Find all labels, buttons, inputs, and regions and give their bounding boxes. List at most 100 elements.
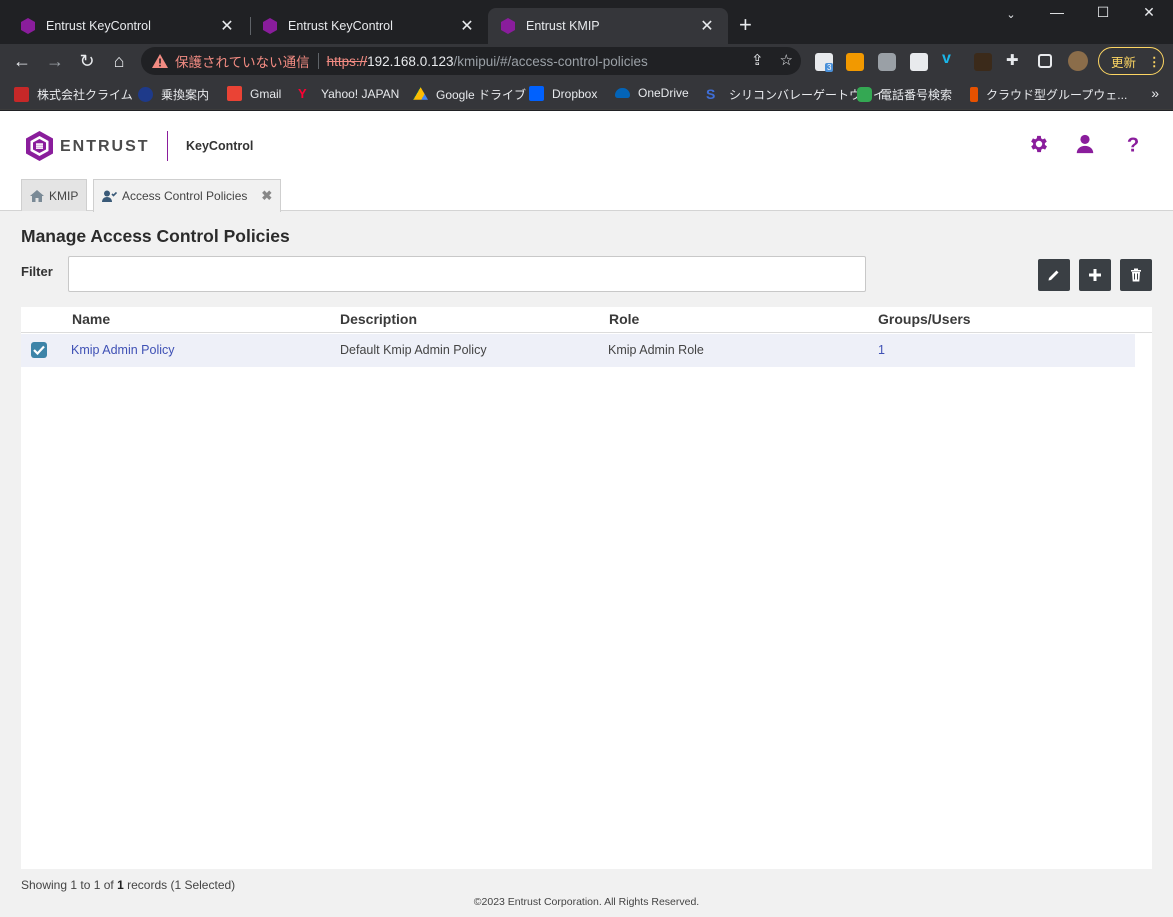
warning-icon[interactable] bbox=[152, 54, 168, 68]
close-tab-icon[interactable]: ✕ bbox=[698, 16, 716, 36]
extensions-puzzle-icon[interactable]: ✚ bbox=[1006, 51, 1024, 69]
climb-icon bbox=[14, 87, 29, 102]
back-button[interactable]: ← bbox=[10, 49, 34, 73]
policy-name-link[interactable]: Kmip Admin Policy bbox=[71, 343, 175, 357]
tab-label: Access Control Policies bbox=[122, 189, 248, 203]
analytics-extension-icon[interactable] bbox=[846, 53, 864, 71]
dropbox-icon bbox=[529, 86, 544, 101]
table-header: Name Description Role Groups/Users bbox=[21, 307, 1152, 333]
bookmark-yahoo[interactable]: Y Yahoo! JAPAN bbox=[298, 86, 399, 101]
bookmark-onedrive[interactable]: OneDrive bbox=[615, 86, 689, 100]
yahoo-icon: Y bbox=[298, 86, 307, 101]
more-bookmarks-icon[interactable]: » bbox=[1151, 85, 1159, 101]
tab-label: KMIP bbox=[49, 188, 79, 203]
bookmarks-bar: 株式会社クライム 乗換案内 Gmail Y Yahoo! JAPAN Googl… bbox=[0, 78, 1173, 110]
url-scheme: https:// bbox=[326, 53, 368, 69]
new-tab-button[interactable]: + bbox=[739, 14, 752, 36]
address-bar[interactable]: 保護されていない通信 https:// 192.168.0.123 /kmipu… bbox=[141, 47, 801, 75]
minimize-button[interactable]: — bbox=[1042, 4, 1072, 20]
close-tab-icon[interactable]: ✕ bbox=[458, 16, 476, 36]
column-header-description[interactable]: Description bbox=[340, 311, 417, 327]
bookmark-label: Google ドライブ bbox=[436, 88, 527, 102]
column-header-name[interactable]: Name bbox=[72, 311, 110, 327]
table-row[interactable]: Kmip Admin Policy Default Kmip Admin Pol… bbox=[21, 334, 1135, 367]
url-path: /kmipui/#/access-control-policies bbox=[453, 53, 648, 69]
browser-tab-1[interactable]: Entrust KeyControl ✕ bbox=[8, 8, 248, 44]
trash-icon bbox=[1131, 268, 1141, 282]
tab-kmip[interactable]: KMIP bbox=[21, 179, 88, 211]
tab-title: Entrust KMIP bbox=[526, 19, 600, 33]
bookmark-climb[interactable]: 株式会社クライム bbox=[14, 86, 133, 103]
forward-button[interactable]: → bbox=[43, 49, 67, 73]
extension-badge: 3 bbox=[825, 63, 834, 72]
bookmark-label: 株式会社クライム bbox=[37, 88, 133, 102]
settings-gear-icon[interactable] bbox=[1028, 133, 1050, 155]
side-panel-icon[interactable] bbox=[1038, 54, 1052, 68]
plus-icon bbox=[1089, 269, 1101, 281]
close-tab-icon[interactable]: ✕ bbox=[218, 16, 236, 36]
bookmark-star-icon[interactable]: ☆ bbox=[780, 51, 793, 69]
bookmark-gmail[interactable]: Gmail bbox=[227, 86, 281, 101]
reload-button[interactable]: ↻ bbox=[75, 49, 99, 73]
app-header: ENTRUST KeyControl ? bbox=[0, 111, 1173, 179]
tab-search-icon[interactable]: ⌄ bbox=[996, 8, 1026, 21]
filter-label: Filter bbox=[21, 264, 53, 279]
add-button[interactable] bbox=[1079, 259, 1111, 291]
vimeo-extension-icon[interactable]: v bbox=[942, 50, 960, 68]
entrust-favicon-icon bbox=[262, 18, 278, 34]
filter-input[interactable] bbox=[68, 256, 866, 292]
status-total: 1 bbox=[117, 878, 124, 892]
bookmark-label: Gmail bbox=[250, 86, 282, 101]
delete-button[interactable] bbox=[1120, 259, 1152, 291]
checkmark-icon bbox=[33, 345, 45, 355]
user-policy-icon bbox=[102, 190, 117, 202]
column-header-role[interactable]: Role bbox=[609, 311, 639, 327]
maximize-button[interactable]: ☐ bbox=[1088, 4, 1118, 21]
giants-extension-icon[interactable] bbox=[974, 53, 992, 71]
brand-divider bbox=[167, 131, 168, 161]
column-header-groups-users[interactable]: Groups/Users bbox=[878, 311, 971, 327]
phone-search-icon bbox=[857, 87, 872, 102]
policy-groups-users-link[interactable]: 1 bbox=[878, 343, 885, 357]
bookmark-label: 電話番号検索 bbox=[880, 88, 953, 102]
security-warning-text[interactable]: 保護されていない通信 bbox=[175, 51, 310, 71]
entrust-logo-icon bbox=[26, 131, 53, 161]
bookmark-transit[interactable]: 乗換案内 bbox=[138, 86, 209, 103]
bookmark-google-drive[interactable]: Google ドライブ bbox=[413, 86, 526, 103]
app-tab-strip: KMIP Access Control Policies ✖ bbox=[0, 179, 1173, 212]
bookmark-label: Dropbox bbox=[552, 86, 598, 101]
close-tab-icon[interactable]: ✖ bbox=[261, 188, 272, 204]
bookmark-label: Yahoo! JAPAN bbox=[321, 86, 400, 101]
groupware-icon bbox=[970, 87, 978, 102]
browser-tab-active[interactable]: Entrust KMIP ✕ bbox=[488, 8, 728, 44]
home-button[interactable]: ⌂ bbox=[107, 49, 131, 73]
bookmark-phone-search[interactable]: 電話番号検索 bbox=[857, 86, 952, 103]
tab-title: Entrust KeyControl bbox=[46, 19, 151, 33]
share-icon[interactable]: ⇪ bbox=[751, 51, 764, 69]
policy-role: Kmip Admin Role bbox=[608, 343, 704, 357]
browser-tab-2[interactable]: Entrust KeyControl ✕ bbox=[250, 8, 488, 44]
user-profile-icon[interactable] bbox=[1074, 133, 1096, 155]
row-select-checkbox[interactable] bbox=[31, 342, 47, 358]
brand-name: ENTRUST bbox=[60, 138, 150, 155]
product-name: KeyControl bbox=[186, 139, 254, 153]
tab-title: Entrust KeyControl bbox=[288, 19, 393, 33]
edit-button[interactable] bbox=[1038, 259, 1070, 291]
camera-extension-icon[interactable] bbox=[878, 53, 896, 71]
extension-icon[interactable]: 3 bbox=[815, 53, 834, 72]
screenshot-extension-icon[interactable] bbox=[910, 53, 928, 71]
tab-access-control-policies[interactable]: Access Control Policies ✖ bbox=[93, 179, 282, 212]
menu-kebab-icon: ⋮ bbox=[1148, 54, 1161, 69]
update-label: 更新 bbox=[1111, 55, 1137, 70]
bookmark-groupware[interactable]: クラウド型グループウェ... bbox=[970, 86, 1127, 103]
onedrive-icon bbox=[615, 88, 630, 98]
gmail-icon bbox=[227, 86, 242, 101]
browser-toolbar: ← → ↻ ⌂ 保護されていない通信 https:// 192.168.0.12… bbox=[0, 44, 1173, 78]
copyright-footer: ©2023 Entrust Corporation. All Rights Re… bbox=[473, 896, 700, 908]
status-prefix: Showing 1 to 1 of bbox=[21, 878, 114, 892]
help-icon[interactable]: ? bbox=[1122, 133, 1144, 155]
profile-avatar[interactable] bbox=[1068, 51, 1088, 71]
close-window-button[interactable]: ✕ bbox=[1134, 4, 1164, 21]
update-button[interactable]: 更新 ⋮ bbox=[1098, 47, 1164, 75]
bookmark-dropbox[interactable]: Dropbox bbox=[529, 86, 597, 101]
